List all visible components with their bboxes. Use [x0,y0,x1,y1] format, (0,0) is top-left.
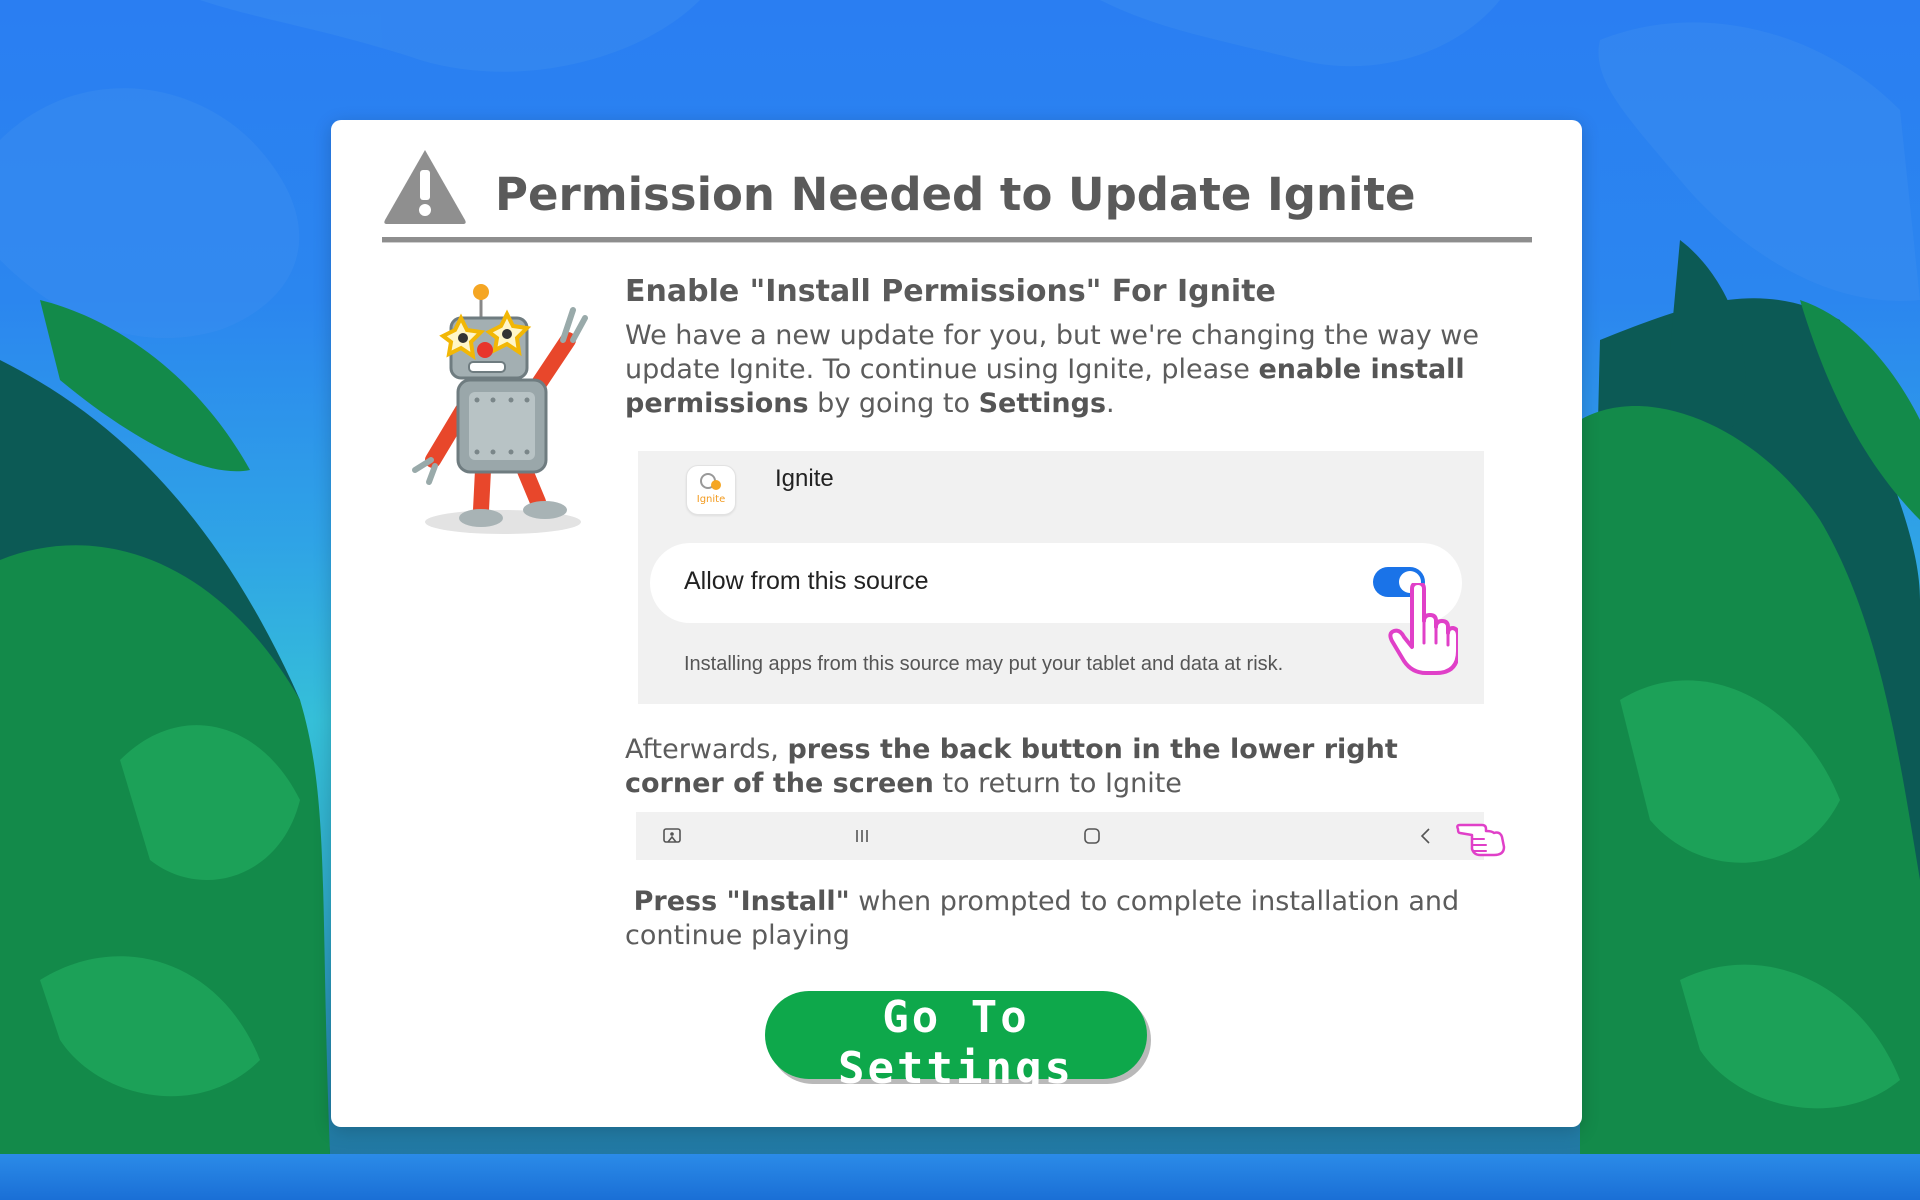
afterwards-text-1: Afterwards, [625,734,788,765]
navbar-preview [636,812,1506,860]
settings-preview: Ignite Ignite Allow from this source Ins… [638,451,1484,704]
content: Enable "Install Permissions" For Ignite … [625,274,1505,421]
allow-source-row: Allow from this source [650,543,1462,675]
intro-text: We have a new update for you, but we're … [625,319,1505,421]
bottom-bar [0,1154,1920,1200]
permission-dialog: Permission Needed to Update Ignite Enabl… [331,120,1582,1127]
afterwards-text: Afterwards, press the back button in the… [625,733,1505,801]
robot-mascot [412,284,588,534]
allow-source-label: Allow from this source [684,567,929,595]
risk-note: Installing apps from this source may put… [684,653,1284,675]
intro-emphasis-2: Settings [978,388,1107,419]
install-instruction: Press "Install" when prompted to complet… [625,885,1505,953]
home-icon [1084,828,1100,844]
warning-icon [384,150,466,224]
go-to-settings-button[interactable]: Go To Settings [765,991,1147,1094]
lightbulb-icon [700,473,721,490]
intro-text-3: . [1106,388,1115,419]
app-icon-label: Ignite [696,494,726,505]
recents-icon [856,830,868,842]
subtitle: Enable "Install Permissions" For Ignite [625,274,1276,309]
intro-text-2: by going to [808,388,979,419]
app-name: Ignite [775,465,834,492]
install-emphasis: Press "Install" [633,886,850,917]
page-title: Permission Needed to Update Ignite [495,168,1416,221]
title-divider [382,237,1532,243]
back-icon [1420,828,1430,844]
title-row: Permission Needed to Update Ignite [381,146,1531,236]
afterwards-text-2: to return to Ignite [933,768,1182,799]
pointing-finger-icon [1456,823,1506,857]
screenshot-icon [663,828,681,843]
ignite-app-icon: Ignite [686,465,736,515]
pointing-hand-icon [1388,583,1458,675]
